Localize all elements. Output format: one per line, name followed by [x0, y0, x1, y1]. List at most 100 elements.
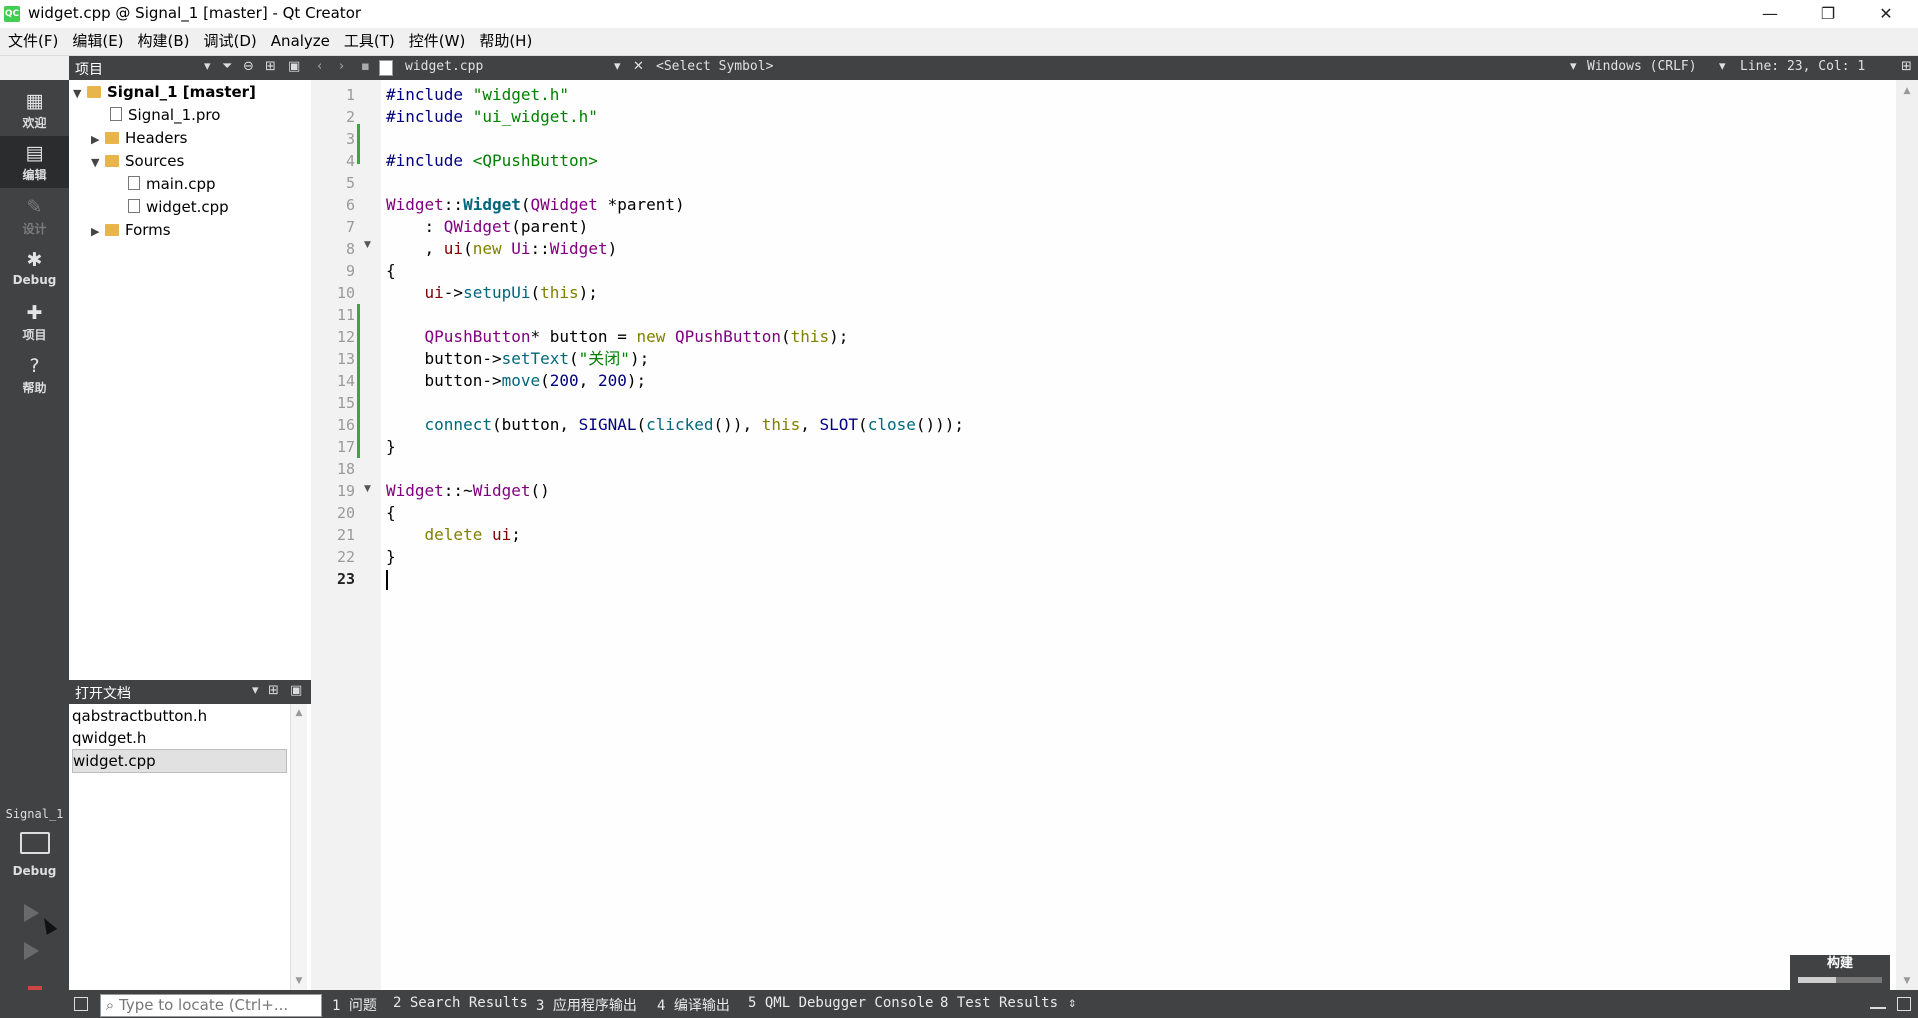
- chevron-down-icon[interactable]: ▼: [91, 152, 105, 174]
- dropdown-arrow-icon[interactable]: ▾: [252, 683, 259, 698]
- lock-icon: ▪: [361, 59, 370, 74]
- mode-help[interactable]: ? 帮助: [0, 349, 69, 401]
- pane-tabs-more-icon[interactable]: ⇕: [1068, 995, 1076, 1011]
- close-pane-icon[interactable]: ▣: [288, 59, 300, 74]
- close-window-button[interactable]: ✕: [1858, 0, 1914, 28]
- open-doc-item-selected[interactable]: widget.cpp: [72, 749, 287, 773]
- build-progress-widget[interactable]: 构建: [1790, 955, 1890, 990]
- pane-tab-compile-output[interactable]: 4 编译输出: [657, 995, 730, 1015]
- monitor-icon[interactable]: [20, 832, 50, 854]
- menu-help[interactable]: 帮助(H): [472, 28, 539, 55]
- menu-edit[interactable]: 编辑(E): [65, 28, 130, 55]
- dropdown-arrow-icon[interactable]: ▾: [614, 59, 621, 74]
- code-editor[interactable]: [381, 80, 1896, 990]
- link-icon[interactable]: ⊖: [243, 59, 254, 74]
- build-progress-fill: [1798, 977, 1836, 983]
- fold-arrow-icon[interactable]: ▼: [364, 240, 371, 250]
- dropdown-arrow-icon[interactable]: ▾: [1719, 59, 1726, 74]
- open-doc-item[interactable]: qwidget.h: [72, 727, 292, 749]
- tree-item-pro-file[interactable]: Signal_1.pro: [110, 104, 220, 126]
- mode-debug[interactable]: ✱ Debug: [0, 243, 69, 295]
- menu-file[interactable]: 文件(F): [1, 28, 65, 55]
- line-number: 20: [336, 504, 355, 522]
- scroll-down-icon[interactable]: ▼: [1896, 976, 1918, 986]
- scroll-up-icon[interactable]: ▲: [291, 708, 307, 718]
- tree-item-headers[interactable]: ▶ Headers: [91, 127, 187, 149]
- open-doc-item[interactable]: qabstractbutton.h: [72, 705, 292, 727]
- line-number: 14: [336, 372, 355, 390]
- editor-scrollbar[interactable]: ▲ ▼: [1896, 80, 1918, 990]
- line-number: 5: [345, 174, 355, 192]
- split-editor-icon[interactable]: ⊞: [1901, 59, 1912, 74]
- code-line: button->move(200, 200);: [386, 371, 647, 390]
- close-document-icon[interactable]: ✕: [633, 59, 644, 74]
- code-line: QPushButton* button = new QPushButton(th…: [424, 327, 849, 346]
- tree-item-forms[interactable]: ▶ Forms: [91, 219, 171, 241]
- toggle-sidebar-icon[interactable]: [74, 997, 88, 1011]
- project-pane-header: 项目 ▾ ⏷ ⊖ ⊞ ▣: [69, 56, 311, 80]
- line-number-current: 23: [336, 570, 355, 588]
- tree-item-widget-cpp[interactable]: widget.cpp: [128, 196, 229, 218]
- pane-tab-search-results[interactable]: 2 Search Results: [393, 995, 528, 1011]
- mode-sidebar: ▦ 欢迎 ▤ 编辑 ✎ 设计 ✱ Debug ✚ 项目 ? 帮助 Signal_…: [0, 80, 69, 1018]
- pane-tab-qml-debugger[interactable]: 5 QML Debugger Console: [748, 995, 933, 1011]
- nav-back-icon[interactable]: ‹: [317, 59, 322, 74]
- chevron-right-icon[interactable]: ▶: [91, 221, 105, 243]
- open-docs-scrollbar[interactable]: ▲ ▼: [290, 704, 307, 990]
- fold-arrow-icon[interactable]: ▼: [364, 484, 371, 494]
- locator-input[interactable]: ⌕ Type to locate (Ctrl+...: [100, 994, 322, 1017]
- split-icon[interactable]: ⊞: [265, 59, 276, 74]
- text-cursor: [386, 570, 388, 590]
- scroll-up-icon[interactable]: ▲: [1896, 86, 1918, 96]
- scroll-down-icon[interactable]: ▼: [291, 976, 307, 986]
- mode-design[interactable]: ✎ 设计: [0, 190, 69, 242]
- tree-item-root[interactable]: ▼ Signal_1 [master]: [73, 81, 256, 103]
- qt-creator-logo-icon: QC: [4, 6, 20, 22]
- line-number: 11: [336, 306, 355, 324]
- file-type-icon: [379, 60, 393, 76]
- chevron-down-icon[interactable]: ▼: [73, 83, 87, 105]
- project-pane-title: 项目: [75, 62, 103, 78]
- mode-welcome[interactable]: ▦ 欢迎: [0, 84, 69, 136]
- minimize-button[interactable]: —: [1742, 0, 1798, 28]
- current-file-selector[interactable]: widget.cpp: [405, 59, 483, 74]
- symbol-selector[interactable]: <Select Symbol>: [656, 59, 773, 74]
- close-pane-icon[interactable]: ▣: [290, 683, 302, 698]
- menu-analyze[interactable]: Analyze: [264, 28, 337, 55]
- pane-tab-app-output[interactable]: 3 应用程序输出: [536, 995, 637, 1015]
- pane-tab-issues[interactable]: 1 问题: [332, 995, 377, 1015]
- pane-tab-test-results[interactable]: 8 Test Results: [940, 995, 1058, 1011]
- menu-widgets[interactable]: 控件(W): [402, 28, 473, 55]
- mode-edit[interactable]: ▤ 编辑: [0, 136, 69, 188]
- code-line: #include "ui_widget.h": [386, 107, 598, 126]
- menu-debug[interactable]: 调试(D): [197, 28, 264, 55]
- toggle-right-sidebar-icon[interactable]: [1897, 997, 1911, 1011]
- maximize-button[interactable]: ❐: [1800, 0, 1856, 28]
- chevron-right-icon[interactable]: ▶: [91, 129, 105, 151]
- dropdown-arrow-icon[interactable]: ▾: [204, 59, 211, 74]
- run-icon[interactable]: [24, 904, 39, 922]
- mode-label: 项目: [22, 328, 47, 342]
- code-line: ui->setupUi(this);: [424, 283, 598, 302]
- filter-icon[interactable]: ⏷: [222, 59, 232, 74]
- nav-forward-icon[interactable]: ›: [339, 59, 344, 74]
- dropdown-arrow-icon[interactable]: ▾: [1570, 59, 1577, 74]
- line-number: 16: [336, 416, 355, 434]
- cursor-position[interactable]: Line: 23, Col: 1: [1740, 59, 1865, 74]
- menu-build[interactable]: 构建(B): [131, 28, 197, 55]
- tree-item-main-cpp[interactable]: main.cpp: [128, 173, 216, 195]
- line-number: 12: [336, 328, 355, 346]
- code-line: connect(button, SIGNAL(clicked()), this,…: [424, 415, 965, 434]
- code-line: , ui(new Ui::Widget): [386, 239, 618, 258]
- line-number: 6: [345, 196, 355, 214]
- output-pane-icon[interactable]: [1870, 997, 1886, 1009]
- tree-item-sources[interactable]: ▼ Sources: [91, 150, 184, 172]
- debug-run-icon[interactable]: [24, 942, 39, 960]
- menu-tools[interactable]: 工具(T): [337, 28, 402, 55]
- change-marker: [357, 304, 360, 458]
- mode-projects[interactable]: ✚ 项目: [0, 296, 69, 348]
- mode-label: 编辑: [22, 168, 47, 182]
- split-icon[interactable]: ⊞: [268, 683, 279, 698]
- code-line: delete ui;: [424, 525, 521, 544]
- line-ending-selector[interactable]: Windows (CRLF): [1587, 59, 1697, 74]
